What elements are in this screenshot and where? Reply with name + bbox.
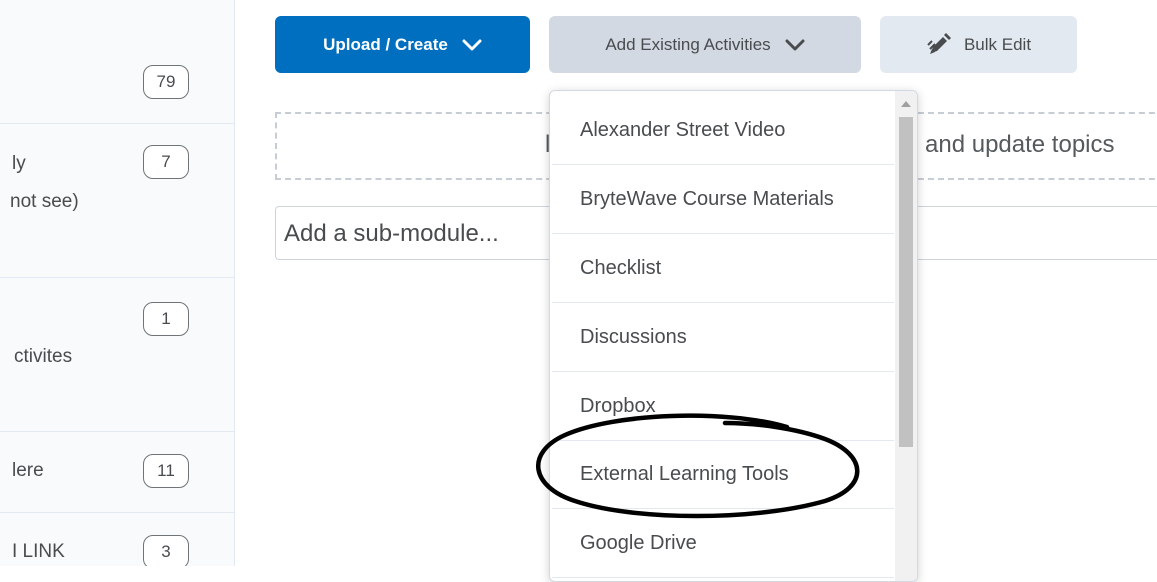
bulk-edit-button[interactable]: Bulk Edit <box>880 16 1077 73</box>
count-badge: 3 <box>143 535 189 566</box>
add-existing-activities-button[interactable]: Add Existing Activities <box>549 16 861 73</box>
sidebar-item[interactable]: lere 11 <box>0 432 234 512</box>
chevron-down-icon <box>462 39 482 51</box>
sidebar-item-label: ly <box>12 153 26 174</box>
add-existing-activities-menu: Alexander Street Video BryteWave Course … <box>549 90 918 582</box>
upload-create-button[interactable]: Upload / Create <box>275 16 530 73</box>
scroll-up-arrow-icon[interactable] <box>900 99 912 109</box>
sidebar-item[interactable]: I LINK 3 <box>0 513 234 566</box>
pencil-edit-icon <box>926 32 952 58</box>
scrollbar-thumb[interactable] <box>899 117 913 447</box>
sidebar-item[interactable]: ly not see) 7 <box>0 124 234 277</box>
sidebar-item[interactable]: 79 <box>0 0 234 123</box>
count-badge: 79 <box>143 65 189 99</box>
menu-item-alexander-street-video[interactable]: Alexander Street Video <box>552 97 894 165</box>
upload-create-label: Upload / Create <box>323 34 448 54</box>
drop-zone-text: e and update topics <box>905 131 1115 158</box>
add-existing-activities-label: Add Existing Activities <box>605 34 771 54</box>
menu-item-discussions[interactable]: Discussions <box>552 304 894 372</box>
menu-item-google-drive[interactable]: Google Drive <box>552 510 894 578</box>
sidebar-item-sublabel: not see) <box>10 191 79 212</box>
menu-item-brytewave-course-materials[interactable]: BryteWave Course Materials <box>552 166 894 234</box>
sidebar-item-label: lere <box>12 460 44 481</box>
menu-item-checklist[interactable]: Checklist <box>552 235 894 303</box>
sidebar-item-sublabel: ctivites <box>14 346 73 367</box>
menu-item-dropbox[interactable]: Dropbox <box>552 373 894 441</box>
bulk-edit-label: Bulk Edit <box>963 34 1032 54</box>
menu-scrollbar[interactable] <box>895 91 917 581</box>
module-sidebar: 79 ly not see) 7 ctivites 1 lere 11 I LI… <box>0 0 235 566</box>
sidebar-item[interactable]: ctivites 1 <box>0 278 234 431</box>
chevron-down-icon <box>785 39 805 51</box>
count-badge: 1 <box>143 302 189 336</box>
menu-item-external-learning-tools[interactable]: External Learning Tools <box>552 441 894 509</box>
sidebar-item-label: I LINK <box>12 541 65 562</box>
count-badge: 7 <box>143 145 189 179</box>
count-badge: 11 <box>143 454 189 488</box>
